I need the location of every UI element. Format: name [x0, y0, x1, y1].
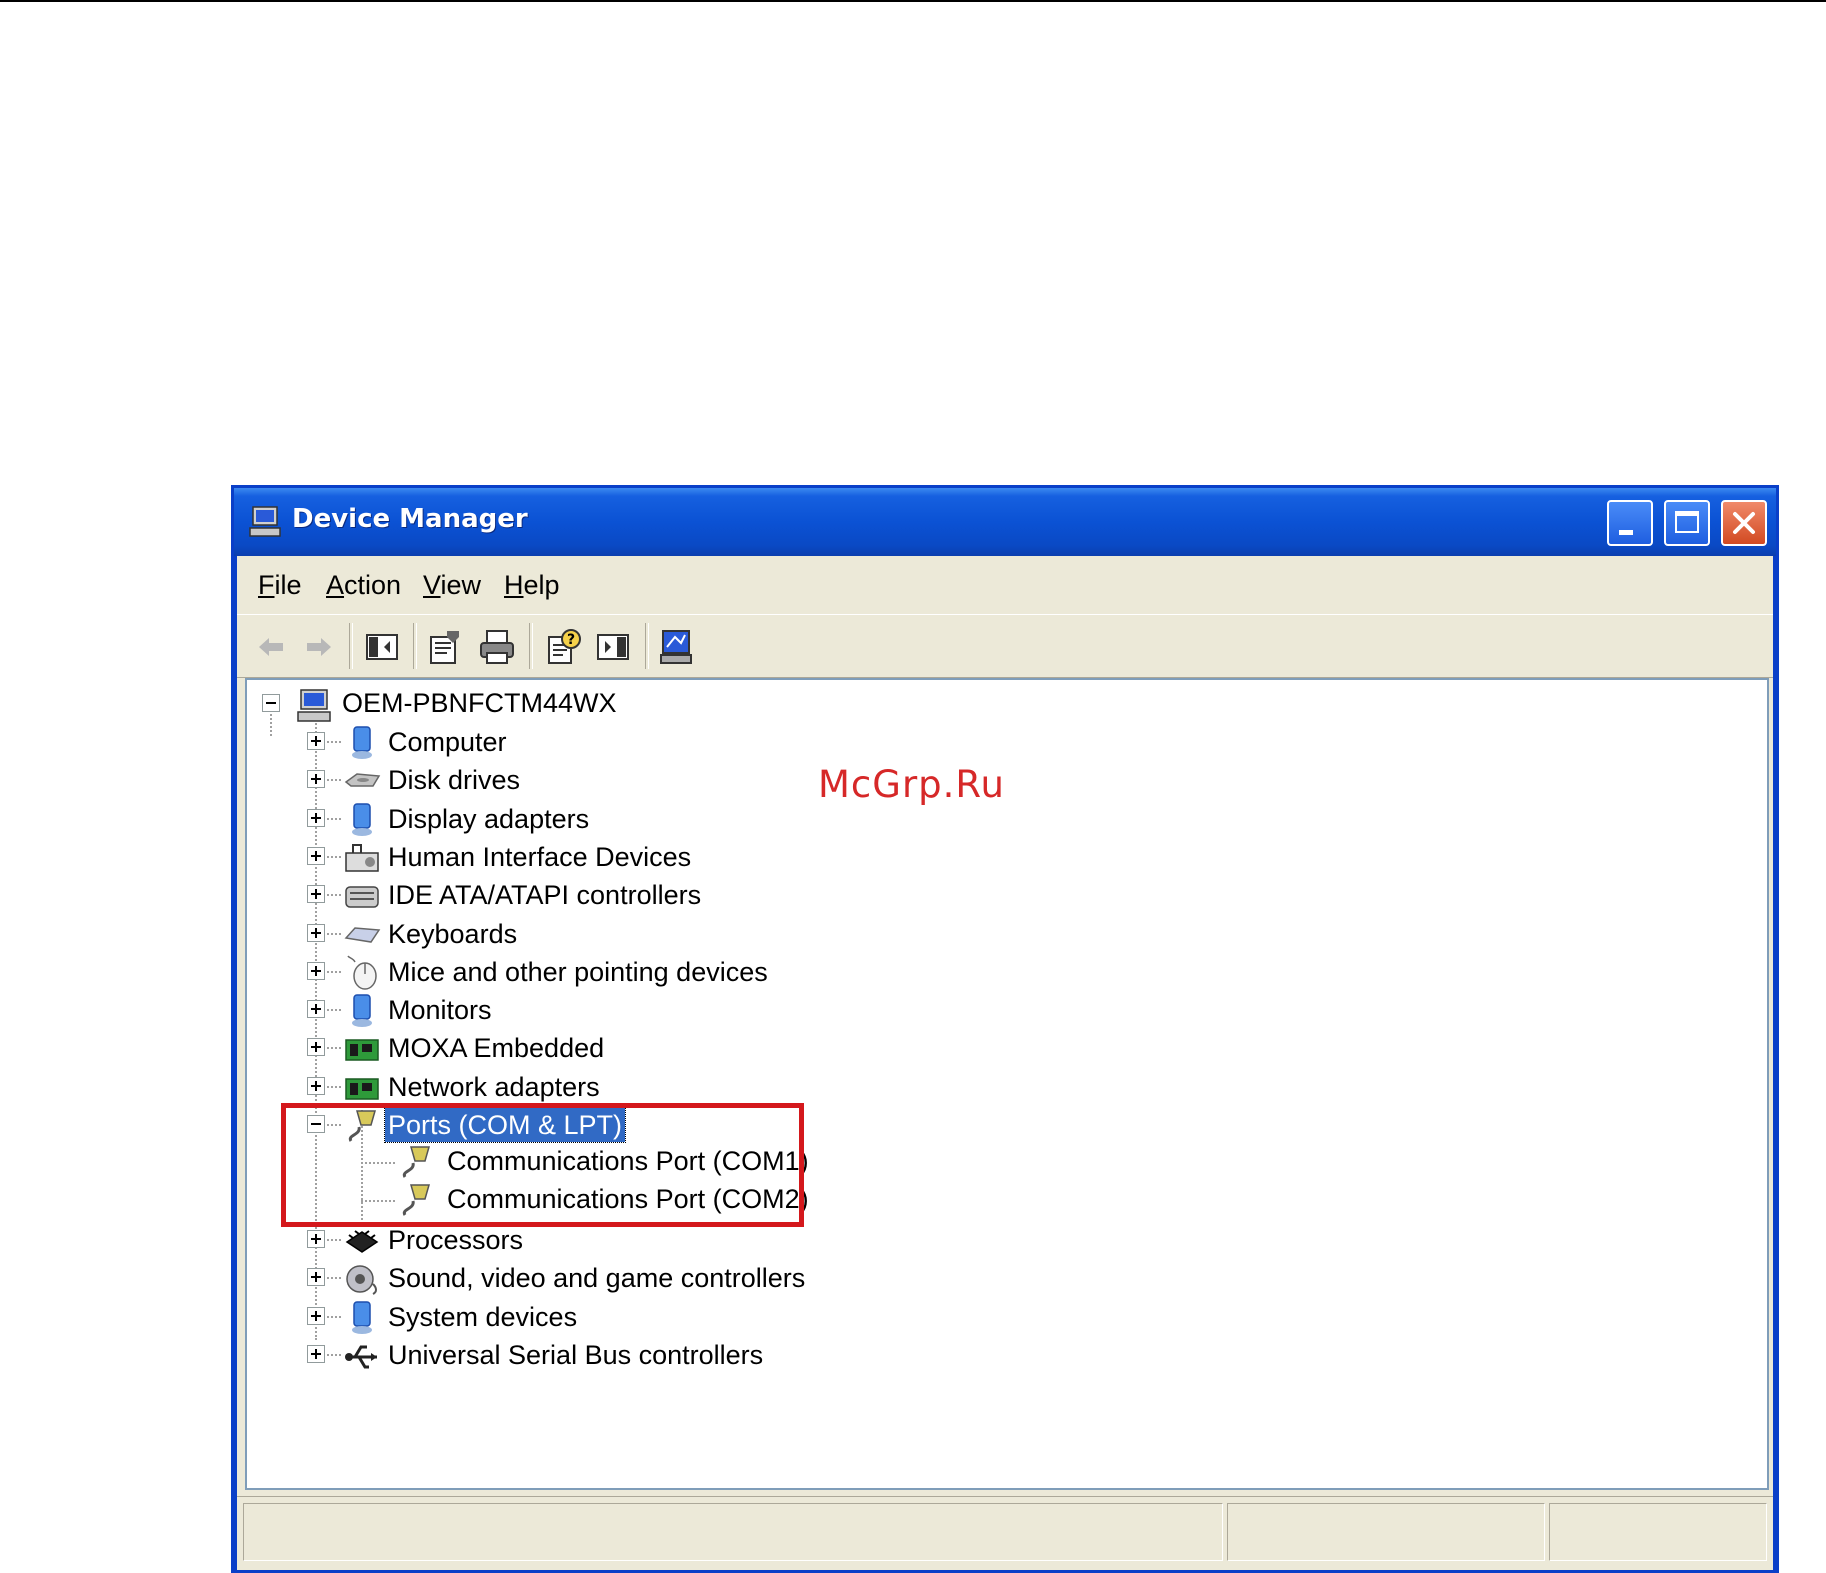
menu-bar: File Action View Help	[237, 556, 1773, 612]
board-icon	[345, 1039, 379, 1062]
sound-icon	[346, 1265, 377, 1296]
status-pane	[243, 1503, 1223, 1561]
menu-file[interactable]: File	[258, 570, 302, 601]
tree-category-label[interactable]: Processors	[385, 1223, 526, 1257]
device-tree: OEM-PBNFCTM44WX Computer Disk drives Displ…	[245, 678, 1769, 1490]
expand-toggle[interactable]	[307, 1038, 325, 1057]
disk-drive-icon	[344, 773, 381, 788]
toolbar-separator	[413, 623, 417, 669]
mouse-icon	[347, 955, 377, 990]
expand-toggle[interactable]	[307, 1229, 325, 1248]
tree-category-label[interactable]: Computer	[385, 725, 510, 759]
tree-category-label[interactable]: Monitors	[385, 993, 495, 1027]
status-pane	[1549, 1503, 1767, 1561]
tree-line	[327, 779, 341, 782]
keyboard-icon	[344, 926, 381, 943]
tree-category-label[interactable]: IDE ATA/ATAPI controllers	[385, 878, 704, 912]
expand-toggle[interactable]	[307, 770, 325, 789]
expand-toggle[interactable]	[307, 808, 325, 827]
tree-category-label[interactable]: Human Interface Devices	[385, 840, 694, 874]
tree-category-label[interactable]: Keyboards	[385, 917, 520, 951]
tree-line	[327, 932, 341, 935]
menu-view[interactable]: View	[423, 570, 481, 601]
tree-line	[327, 741, 341, 743]
show-hide-action-pane-icon[interactable]	[593, 627, 633, 667]
expand-toggle[interactable]	[307, 1344, 325, 1363]
toolbar-separator	[529, 623, 533, 669]
tree-line	[327, 855, 341, 858]
expand-toggle[interactable]	[307, 1000, 325, 1019]
print-icon[interactable]	[477, 627, 517, 667]
toolbar: ?	[237, 614, 1773, 678]
tree-line	[327, 1009, 341, 1012]
expand-toggle[interactable]	[307, 885, 325, 904]
expand-toggle[interactable]	[307, 732, 325, 750]
processor-icon	[345, 1230, 379, 1253]
expand-toggle[interactable]	[307, 923, 325, 942]
tree-root-label[interactable]: OEM-PBNFCTM44WX	[339, 686, 620, 720]
title-bar[interactable]: Device Manager	[234, 488, 1776, 556]
status-bar	[237, 1496, 1773, 1571]
back-arrow-icon[interactable]	[251, 627, 291, 667]
tree-category-label[interactable]: Sound, video and game controllers	[385, 1261, 808, 1295]
window-title: Device Manager	[292, 504, 528, 534]
toolbar-separator	[645, 623, 649, 669]
expand-toggle[interactable]	[307, 961, 325, 980]
scan-hardware-icon[interactable]	[657, 627, 697, 667]
tree-category-label[interactable]: Mice and other pointing devices	[385, 955, 771, 989]
monitor-icon	[352, 994, 372, 1028]
system-device-icon	[352, 1300, 372, 1334]
tree-category-label[interactable]: MOXA Embedded	[385, 1031, 607, 1065]
help-icon[interactable]: ?	[543, 627, 583, 667]
maximize-icon	[1675, 511, 1699, 533]
tree-category-label[interactable]: Universal Serial Bus controllers	[385, 1338, 766, 1372]
menu-help[interactable]: Help	[504, 570, 560, 601]
menu-action[interactable]: Action	[326, 570, 401, 601]
ports-highlight-box	[281, 1103, 804, 1227]
expand-toggle[interactable]	[307, 1076, 325, 1095]
expand-toggle[interactable]	[307, 1306, 325, 1325]
tree-line	[327, 1353, 341, 1356]
device-manager-window: Device Manager File Action View Help ? O…	[231, 485, 1779, 1573]
top-rule	[0, 0, 1826, 2]
tree-category-label[interactable]: Display adapters	[385, 802, 592, 836]
display-adapter-icon	[352, 802, 372, 836]
tree-line	[327, 970, 341, 973]
tree-line	[327, 1315, 341, 1318]
tree-category-label[interactable]: Disk drives	[385, 763, 523, 797]
tree-line	[327, 1085, 341, 1088]
tree-line	[327, 1238, 341, 1241]
tree-line	[327, 1047, 341, 1050]
computer-icon	[249, 506, 281, 537]
hid-icon	[345, 843, 379, 872]
close-icon	[1733, 512, 1755, 534]
expand-toggle[interactable]	[307, 846, 325, 865]
properties-icon[interactable]	[425, 627, 465, 667]
computer-icon	[297, 689, 331, 722]
svg-text:?: ?	[567, 632, 575, 648]
tree-category-label[interactable]: Network adapters	[385, 1070, 603, 1104]
forward-arrow-icon[interactable]	[299, 627, 339, 667]
network-adapter-icon	[345, 1077, 379, 1100]
minimize-icon	[1619, 530, 1633, 535]
watermark: McGrp.Ru	[818, 763, 1005, 806]
ide-controller-icon	[345, 886, 379, 908]
tree-line	[327, 1277, 341, 1280]
show-hide-console-tree-icon[interactable]	[362, 627, 402, 667]
close-button[interactable]	[1721, 500, 1767, 546]
expand-toggle[interactable]	[307, 1268, 325, 1287]
client-area: File Action View Help ? OEM-PBNFCTM44WX …	[237, 556, 1773, 1570]
tree-line	[327, 894, 341, 897]
tree-category-label[interactable]: System devices	[385, 1300, 580, 1334]
root-collapse-toggle[interactable]	[262, 694, 280, 712]
tree-line	[327, 817, 341, 820]
toolbar-separator	[349, 623, 353, 669]
maximize-button[interactable]	[1664, 500, 1710, 546]
computer-icon	[352, 726, 372, 759]
status-pane	[1227, 1503, 1545, 1561]
minimize-button[interactable]	[1607, 500, 1653, 546]
usb-icon	[345, 1345, 377, 1369]
